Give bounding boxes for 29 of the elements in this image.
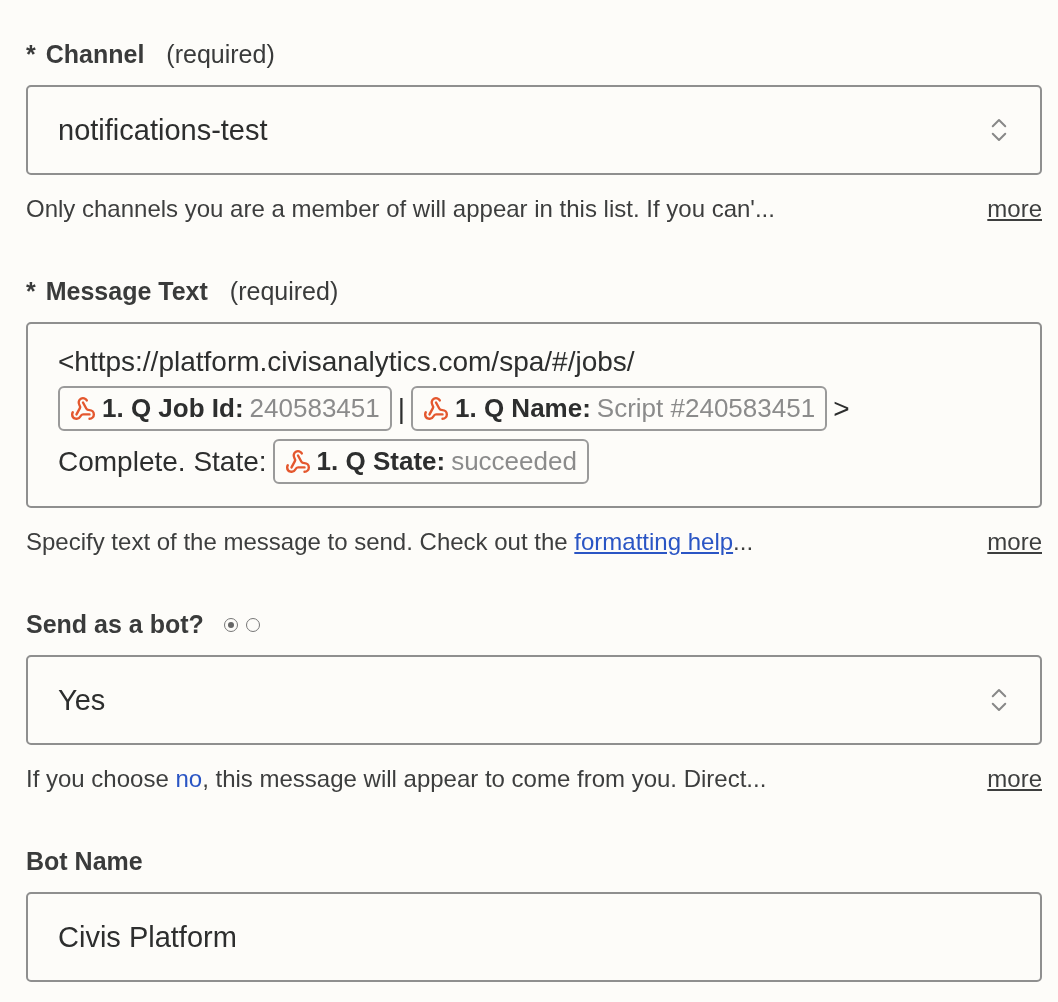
webhook-icon [70, 395, 96, 422]
required-asterisk: * [26, 277, 36, 306]
field-token[interactable]: 1. Q Name: Script #240583451 [411, 386, 828, 431]
field-token[interactable]: 1. Q Job Id: 240583451 [58, 386, 392, 431]
select-dropdown[interactable]: notifications-test [26, 85, 1042, 175]
help-text: If you choose no, this message will appear to come from you. Direct... [26, 765, 767, 793]
more-link[interactable]: more [987, 195, 1042, 223]
field-token[interactable]: 1. Q State: succeeded [272, 439, 589, 484]
help-text: Only channels you are a member of will appear in this list. If you can'... [26, 195, 775, 223]
input-field[interactable]: Civis Platform [26, 892, 1042, 982]
help-text: Specify text of the message to send. Check out the formatting help... [26, 528, 754, 556]
message-text: Complete. State: [58, 445, 267, 478]
message-text: | [397, 392, 405, 425]
required-asterisk: * [26, 40, 36, 69]
message-text: > [833, 392, 850, 425]
webhook-icon [423, 395, 449, 422]
message-text: <https://platform.civisanalytics.com/spa/#/jobs/ [58, 346, 635, 378]
field-label: Bot Name [26, 847, 143, 876]
message-field[interactable]: <https://platform.civisanalytics.com/spa/#/jobs/ 1. Q Job Id: 240583451 | 1. Q Name: Script #240583451 > Complete. State: 1. Q State: succeeded [26, 322, 1042, 508]
field-label: Message Text [45, 277, 208, 306]
select-dropdown[interactable]: Yes [26, 655, 1042, 745]
more-link[interactable]: more [987, 765, 1042, 793]
required-note: (required) [166, 40, 275, 69]
required-note: (required) [229, 277, 339, 306]
field-label: Channel [45, 40, 145, 69]
more-link[interactable]: more [987, 528, 1042, 556]
field-label: Send as a bot? [26, 610, 204, 639]
formatting-help-link[interactable]: formatting help [574, 528, 734, 555]
webhook-icon [284, 448, 311, 475]
